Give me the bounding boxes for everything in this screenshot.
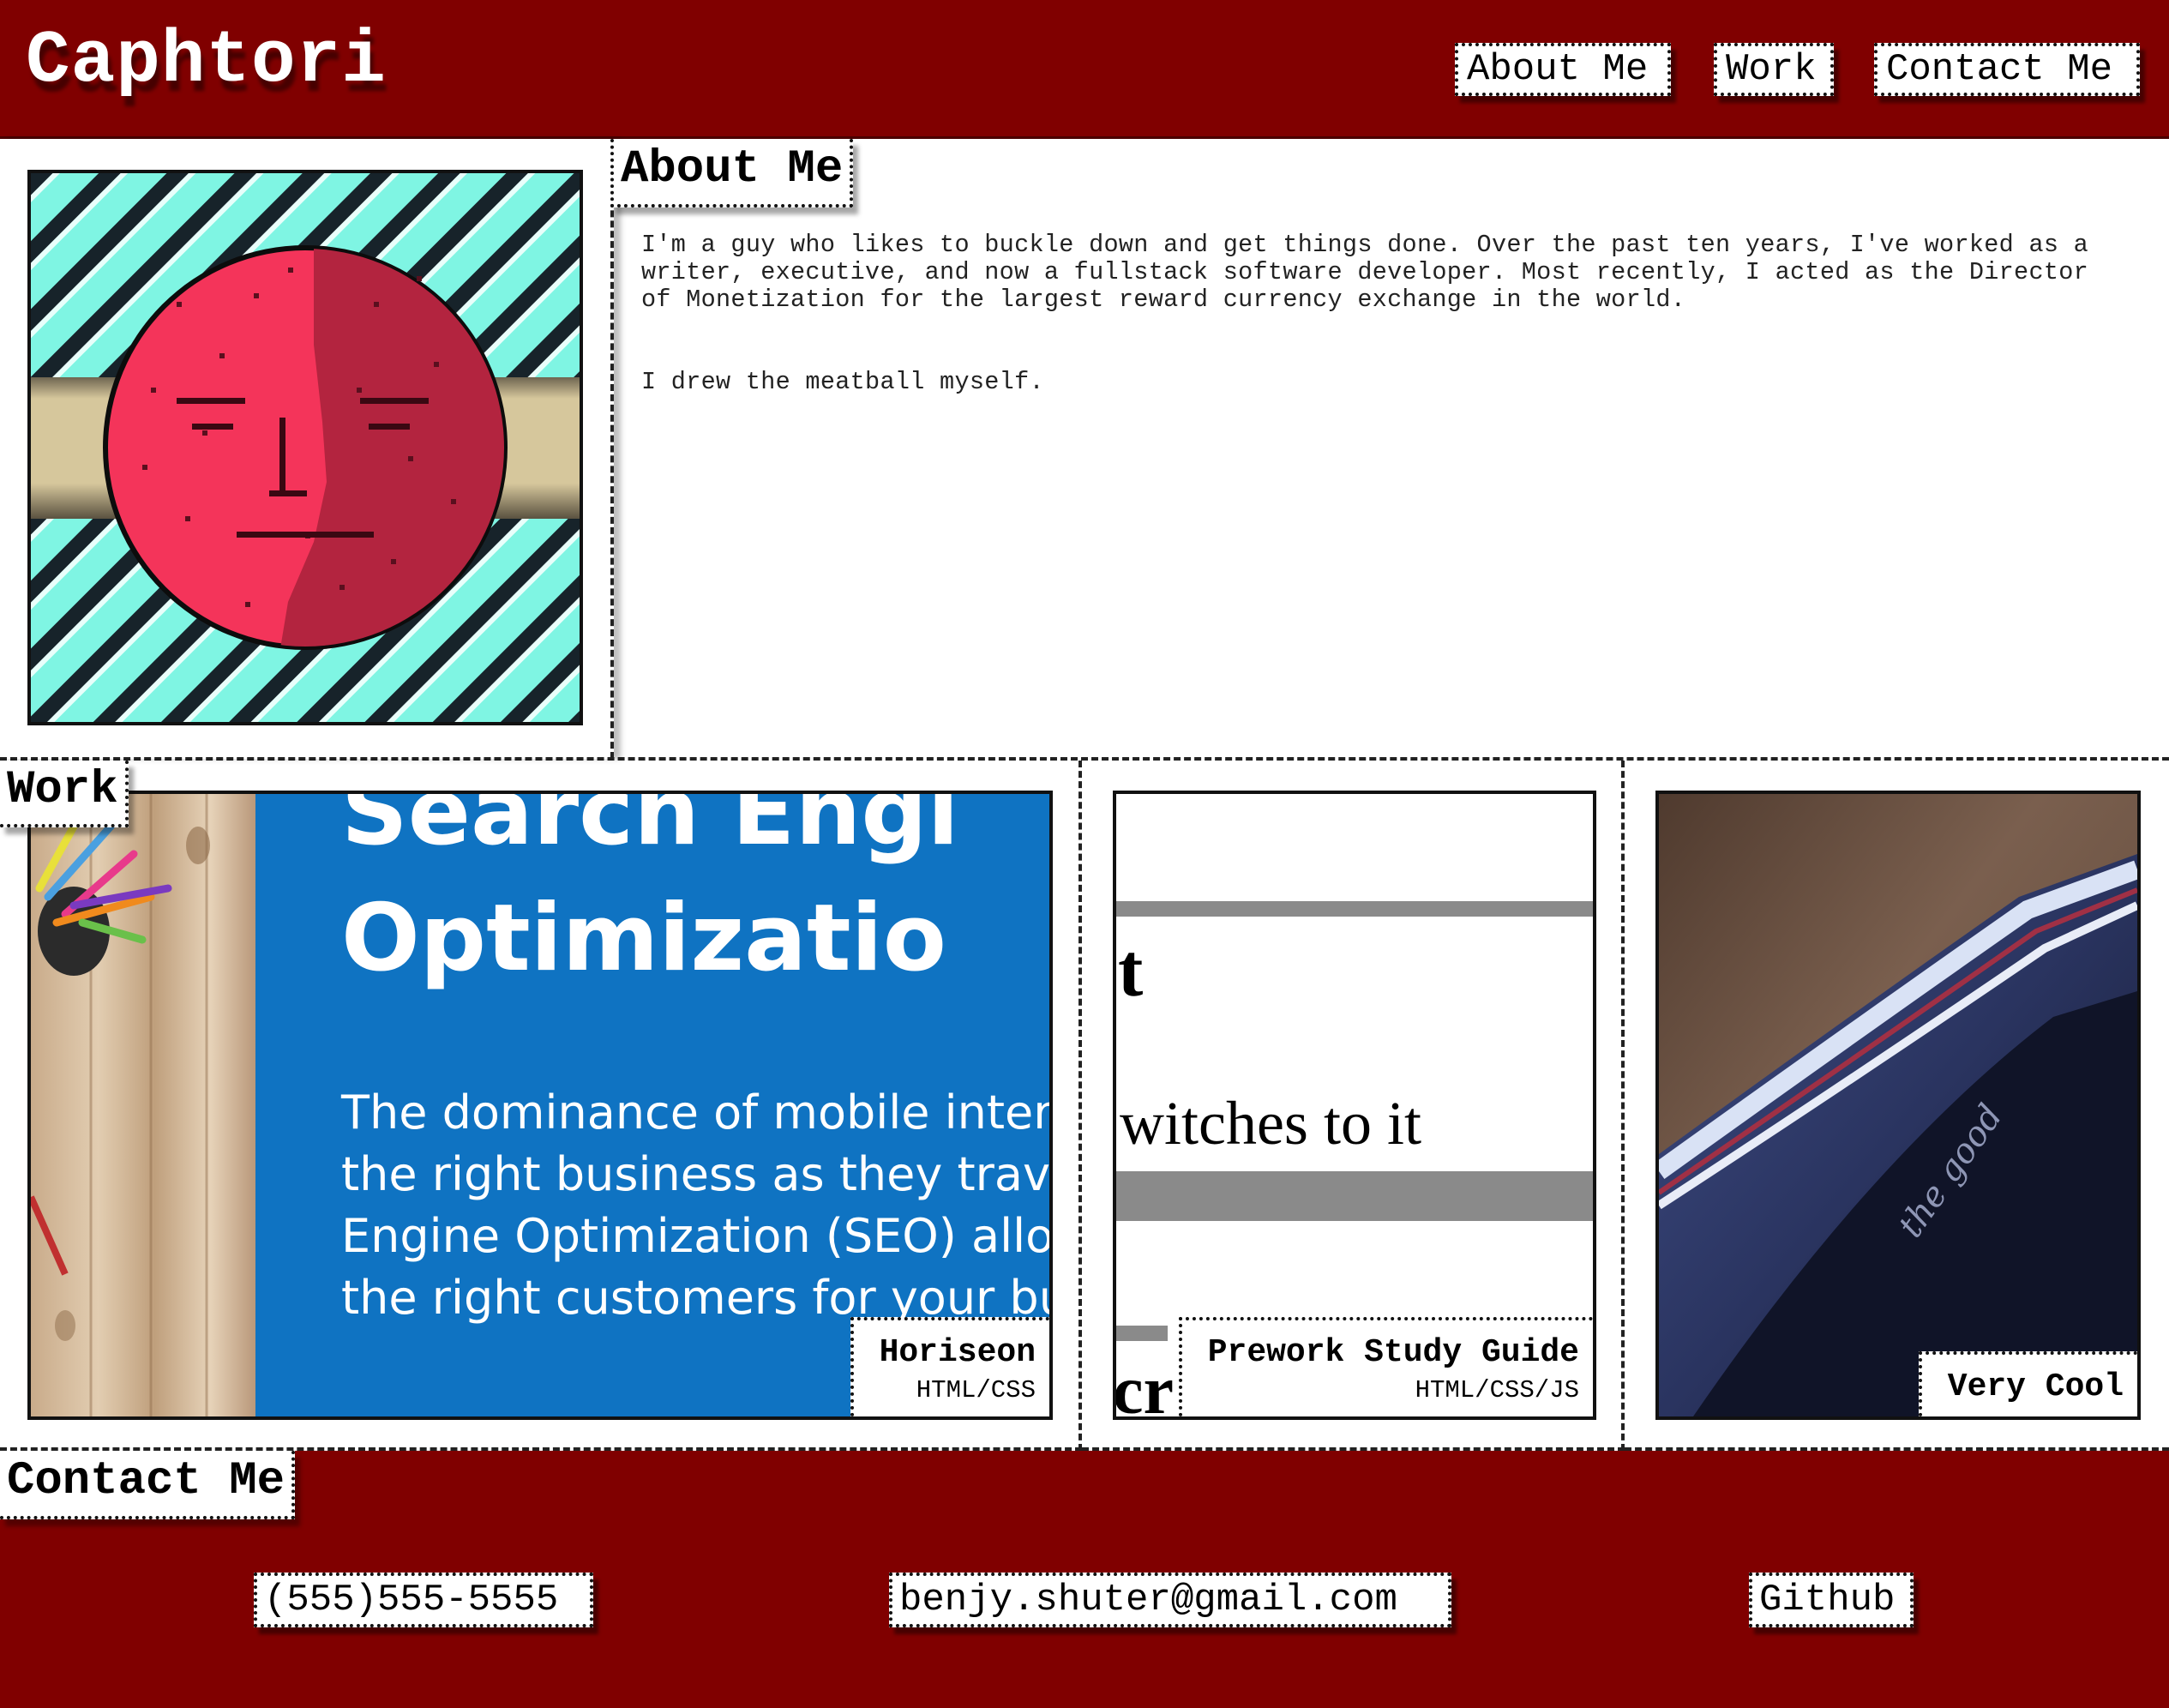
nav-about-me[interactable]: About Me <box>1455 43 1671 96</box>
project-title: Very Cool <box>1947 1368 2124 1405</box>
project-title: Horiseon <box>879 1334 1036 1371</box>
site-header: Caphtori About Me Work Contact Me <box>0 0 2169 139</box>
horiseon-body-line: Engine Optimization (SEO) allov <box>341 1209 1049 1263</box>
work-column: t witches to it cr Prework Study Guide H… <box>1082 761 1625 1451</box>
horiseon-headline-2: Optimizatio <box>341 885 946 992</box>
github-link[interactable]: Github <box>1749 1573 1914 1627</box>
work-column: the good Very Cool <box>1625 761 2169 1451</box>
blurry-photo-icon: the good <box>1659 794 2137 1416</box>
about-paragraph: I'm a guy who likes to buckle down and g… <box>641 231 2089 314</box>
prework-fragment-top: t <box>1118 929 1143 1013</box>
project-card-prework-study-guide[interactable]: t witches to it cr Prework Study Guide H… <box>1113 791 1596 1420</box>
nav-work[interactable]: Work <box>1714 43 1834 96</box>
avatar <box>27 170 583 725</box>
prework-fragment-mid: witches to it <box>1120 1089 1421 1158</box>
horiseon-headline-1: Search Engi <box>341 794 959 866</box>
project-label: Prework Study Guide HTML/CSS/JS <box>1178 1317 1593 1416</box>
project-card-very-cool[interactable]: the good Very Cool <box>1655 791 2141 1420</box>
avatar-panel <box>0 139 614 759</box>
project-card-horiseon[interactable]: Search Engi Optimizatio The dominance of… <box>27 791 1053 1420</box>
prework-fragment-bottom: cr <box>1116 1353 1174 1416</box>
nav-contact-me[interactable]: Contact Me <box>1874 43 2140 96</box>
horiseon-body-line: The dominance of mobile intern <box>340 1086 1049 1140</box>
brand-logo[interactable]: Caphtori <box>26 19 387 103</box>
about-heading: About Me <box>610 139 854 207</box>
contact-section: Contact Me (555)555-5555 benjy.shuter@gm… <box>0 1451 2169 1708</box>
project-title: Prework Study Guide <box>1207 1334 1579 1371</box>
project-tech: HTML/CSS/JS <box>1415 1376 1579 1404</box>
project-label: Horiseon HTML/CSS <box>850 1317 1049 1416</box>
about-text: I'm a guy who likes to buckle down and g… <box>641 232 2099 451</box>
meatball-portrait-icon <box>31 173 580 722</box>
work-heading: Work <box>0 761 129 827</box>
email-link[interactable]: benjy.shuter@gmail.com <box>889 1573 1451 1627</box>
about-section: About Me I'm a guy who likes to buckle d… <box>0 139 2169 761</box>
phone-link[interactable]: (555)555-5555 <box>254 1573 593 1627</box>
project-tech: HTML/CSS <box>916 1376 1036 1404</box>
about-paragraph: I drew the meatball myself. <box>641 368 1044 396</box>
work-section: Search Engi Optimizatio The dominance of… <box>0 761 2169 1451</box>
work-column: Search Engi Optimizatio The dominance of… <box>0 761 1082 1451</box>
project-label: Very Cool <box>1918 1351 2137 1416</box>
horiseon-body-line: the right business as they travel, <box>341 1147 1049 1201</box>
contact-heading: Contact Me <box>0 1451 296 1519</box>
